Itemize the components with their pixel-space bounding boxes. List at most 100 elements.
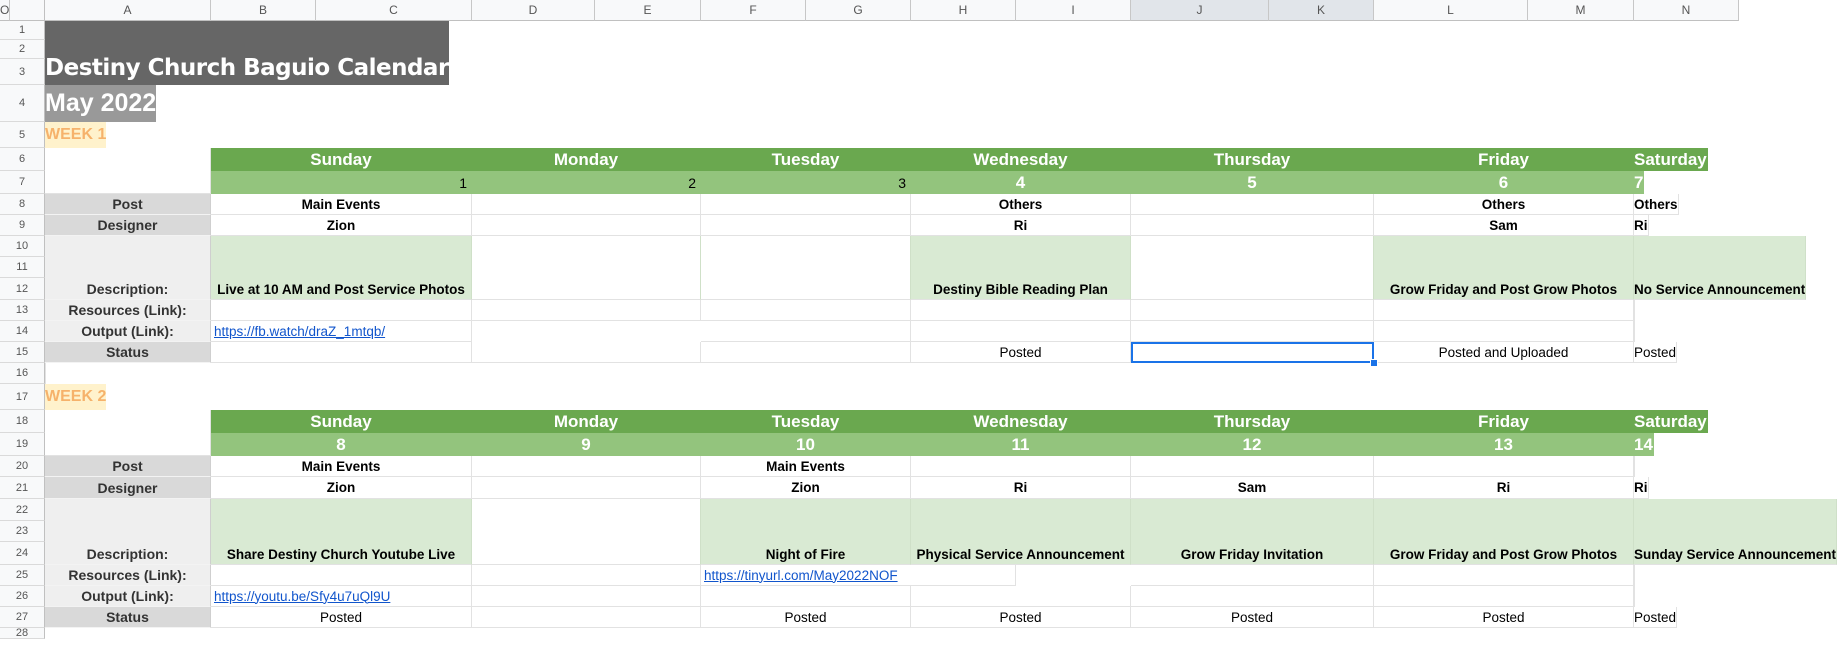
active-cell-selection[interactable]	[1131, 342, 1374, 363]
week2-post-4[interactable]	[1131, 456, 1374, 477]
week1-status-2[interactable]	[701, 342, 911, 363]
row-header-14[interactable]: 14	[0, 321, 45, 342]
week2-status-0[interactable]: Posted	[211, 607, 472, 628]
week2-post-6[interactable]	[1634, 456, 1635, 477]
week2-status-3[interactable]: Posted	[911, 607, 1131, 628]
column-header-e[interactable]: E	[595, 0, 701, 21]
week1-status-6[interactable]: Posted	[1634, 342, 1678, 363]
row-header-25[interactable]: 25	[0, 565, 45, 586]
week2-description-3[interactable]: Physical Service Announcement	[911, 499, 1131, 565]
week2-post-0[interactable]: Main Events	[211, 456, 472, 477]
week1-resources-0[interactable]	[211, 300, 472, 321]
week1-status-5[interactable]: Posted and Uploaded	[1374, 342, 1634, 363]
week2-output-3[interactable]	[911, 586, 1131, 607]
column-header-d[interactable]: D	[472, 0, 595, 21]
week2-status-4[interactable]: Posted	[1131, 607, 1374, 628]
week2-status-6[interactable]: Posted	[1634, 607, 1678, 628]
week1-description-1[interactable]	[472, 236, 701, 300]
column-header-i[interactable]: I	[1016, 0, 1131, 21]
column-header-m[interactable]: M	[1528, 0, 1634, 21]
row-header-23[interactable]: 23	[0, 521, 45, 542]
column-header-b[interactable]: B	[211, 0, 316, 21]
column-header-f[interactable]: F	[701, 0, 806, 21]
week1-post-5[interactable]: Others	[1374, 194, 1634, 215]
week2-day-monday[interactable]: Monday	[472, 410, 701, 433]
week2-output-4[interactable]	[1131, 586, 1374, 607]
week1-date-7[interactable]: 7	[1634, 171, 1645, 194]
week1-date-6[interactable]: 6	[1374, 171, 1634, 194]
week2-post-3[interactable]	[911, 456, 1131, 477]
week2-label[interactable]: WEEK 2	[45, 384, 107, 410]
week1-status-0[interactable]	[211, 342, 472, 363]
month-title[interactable]: May 2022	[45, 85, 157, 122]
status-label[interactable]: Status	[45, 342, 211, 363]
column-header-a[interactable]: A	[45, 0, 211, 21]
week2-date-10[interactable]: 10	[701, 433, 911, 456]
designer-label[interactable]: Designer	[45, 477, 211, 499]
week2-date-14[interactable]: 14	[1634, 433, 1654, 456]
week2-day-thursday[interactable]: Thursday	[1131, 410, 1374, 433]
week1-resources-3[interactable]	[911, 300, 1131, 321]
row-header-3[interactable]: 3	[0, 59, 45, 85]
week2-status-2[interactable]: Posted	[701, 607, 911, 628]
week2-description-0[interactable]: Share Destiny Church Youtube Live	[211, 499, 472, 565]
resources-label[interactable]: Resources (Link):	[45, 300, 211, 321]
week1-output-link[interactable]: https://fb.watch/draZ_1mtqb/	[211, 321, 472, 342]
week1-day-friday[interactable]: Friday	[1374, 148, 1634, 171]
week1-designer-1[interactable]	[472, 215, 701, 236]
week2-resources-link[interactable]: https://tinyurl.com/May2022NOF	[701, 565, 1016, 586]
week2-designer-0[interactable]: Zion	[211, 477, 472, 499]
column-header-l[interactable]: L	[1374, 0, 1528, 21]
row-header-18[interactable]: 18	[0, 410, 45, 433]
week1-date-5[interactable]: 5	[1131, 171, 1374, 194]
status-label[interactable]: Status	[45, 607, 211, 628]
week2-output-2[interactable]	[701, 586, 911, 607]
week1-resources-2[interactable]	[701, 300, 911, 321]
week2-output-1[interactable]	[472, 586, 701, 607]
week1-post-1[interactable]	[472, 194, 701, 215]
row-header-4[interactable]: 4	[0, 85, 45, 122]
week2-status-1[interactable]	[472, 607, 701, 628]
week1-resources-5[interactable]	[1374, 300, 1634, 321]
week2-date-9[interactable]: 9	[472, 433, 701, 456]
week1-day-tuesday[interactable]: Tuesday	[701, 148, 911, 171]
week2-description-1[interactable]	[472, 499, 701, 565]
row-header-9[interactable]: 9	[0, 215, 45, 236]
week1-post-4[interactable]	[1131, 194, 1374, 215]
week1-designer-2[interactable]	[701, 215, 911, 236]
week1-designer-3[interactable]: Ri	[911, 215, 1131, 236]
row-header-28[interactable]: 28	[0, 627, 45, 639]
column-header-n[interactable]: N	[1634, 0, 1739, 21]
week2-date-13[interactable]: 13	[1374, 433, 1634, 456]
column-header-h[interactable]: H	[911, 0, 1016, 21]
row-header-13[interactable]: 13	[0, 300, 45, 321]
week2-day-saturday[interactable]: Saturday	[1634, 410, 1708, 433]
week1-designer-0[interactable]: Zion	[211, 215, 472, 236]
week2-description-6[interactable]: Sunday Service Announcement	[1634, 499, 1838, 565]
row-header-1[interactable]: 1	[0, 21, 45, 40]
week1-status-1[interactable]	[472, 342, 701, 363]
week2-resources-5[interactable]	[1374, 565, 1634, 586]
row-header-2[interactable]: 2	[0, 40, 45, 59]
week2-post-1[interactable]	[472, 456, 701, 477]
column-header-j[interactable]: J	[1131, 0, 1269, 21]
designer-label[interactable]: Designer	[45, 215, 211, 236]
week1-day-thursday[interactable]: Thursday	[1131, 148, 1374, 171]
row-header-8[interactable]: 8	[0, 194, 45, 215]
week1-description-2[interactable]	[701, 236, 911, 300]
week1-date-1[interactable]: 1	[211, 171, 472, 194]
week1-designer-5[interactable]: Sam	[1374, 215, 1634, 236]
week1-designer-6[interactable]: Ri	[1634, 215, 1649, 236]
row-header-22[interactable]: 22	[0, 499, 45, 521]
week1-resources-6[interactable]	[1634, 300, 1635, 321]
week2-designer-1[interactable]	[472, 477, 701, 499]
week1-description-6[interactable]: No Service Announcement	[1634, 236, 1807, 300]
week1-day-wednesday[interactable]: Wednesday	[911, 148, 1131, 171]
week1-status-3[interactable]: Posted	[911, 342, 1131, 363]
week2-resources-1[interactable]	[472, 565, 701, 586]
week2-date-12[interactable]: 12	[1131, 433, 1374, 456]
week2-date-8[interactable]: 8	[211, 433, 472, 456]
week2-post-2[interactable]: Main Events	[701, 456, 911, 477]
week2-output-6[interactable]	[1634, 586, 1635, 607]
week1-description-5[interactable]: Grow Friday and Post Grow Photos	[1374, 236, 1634, 300]
